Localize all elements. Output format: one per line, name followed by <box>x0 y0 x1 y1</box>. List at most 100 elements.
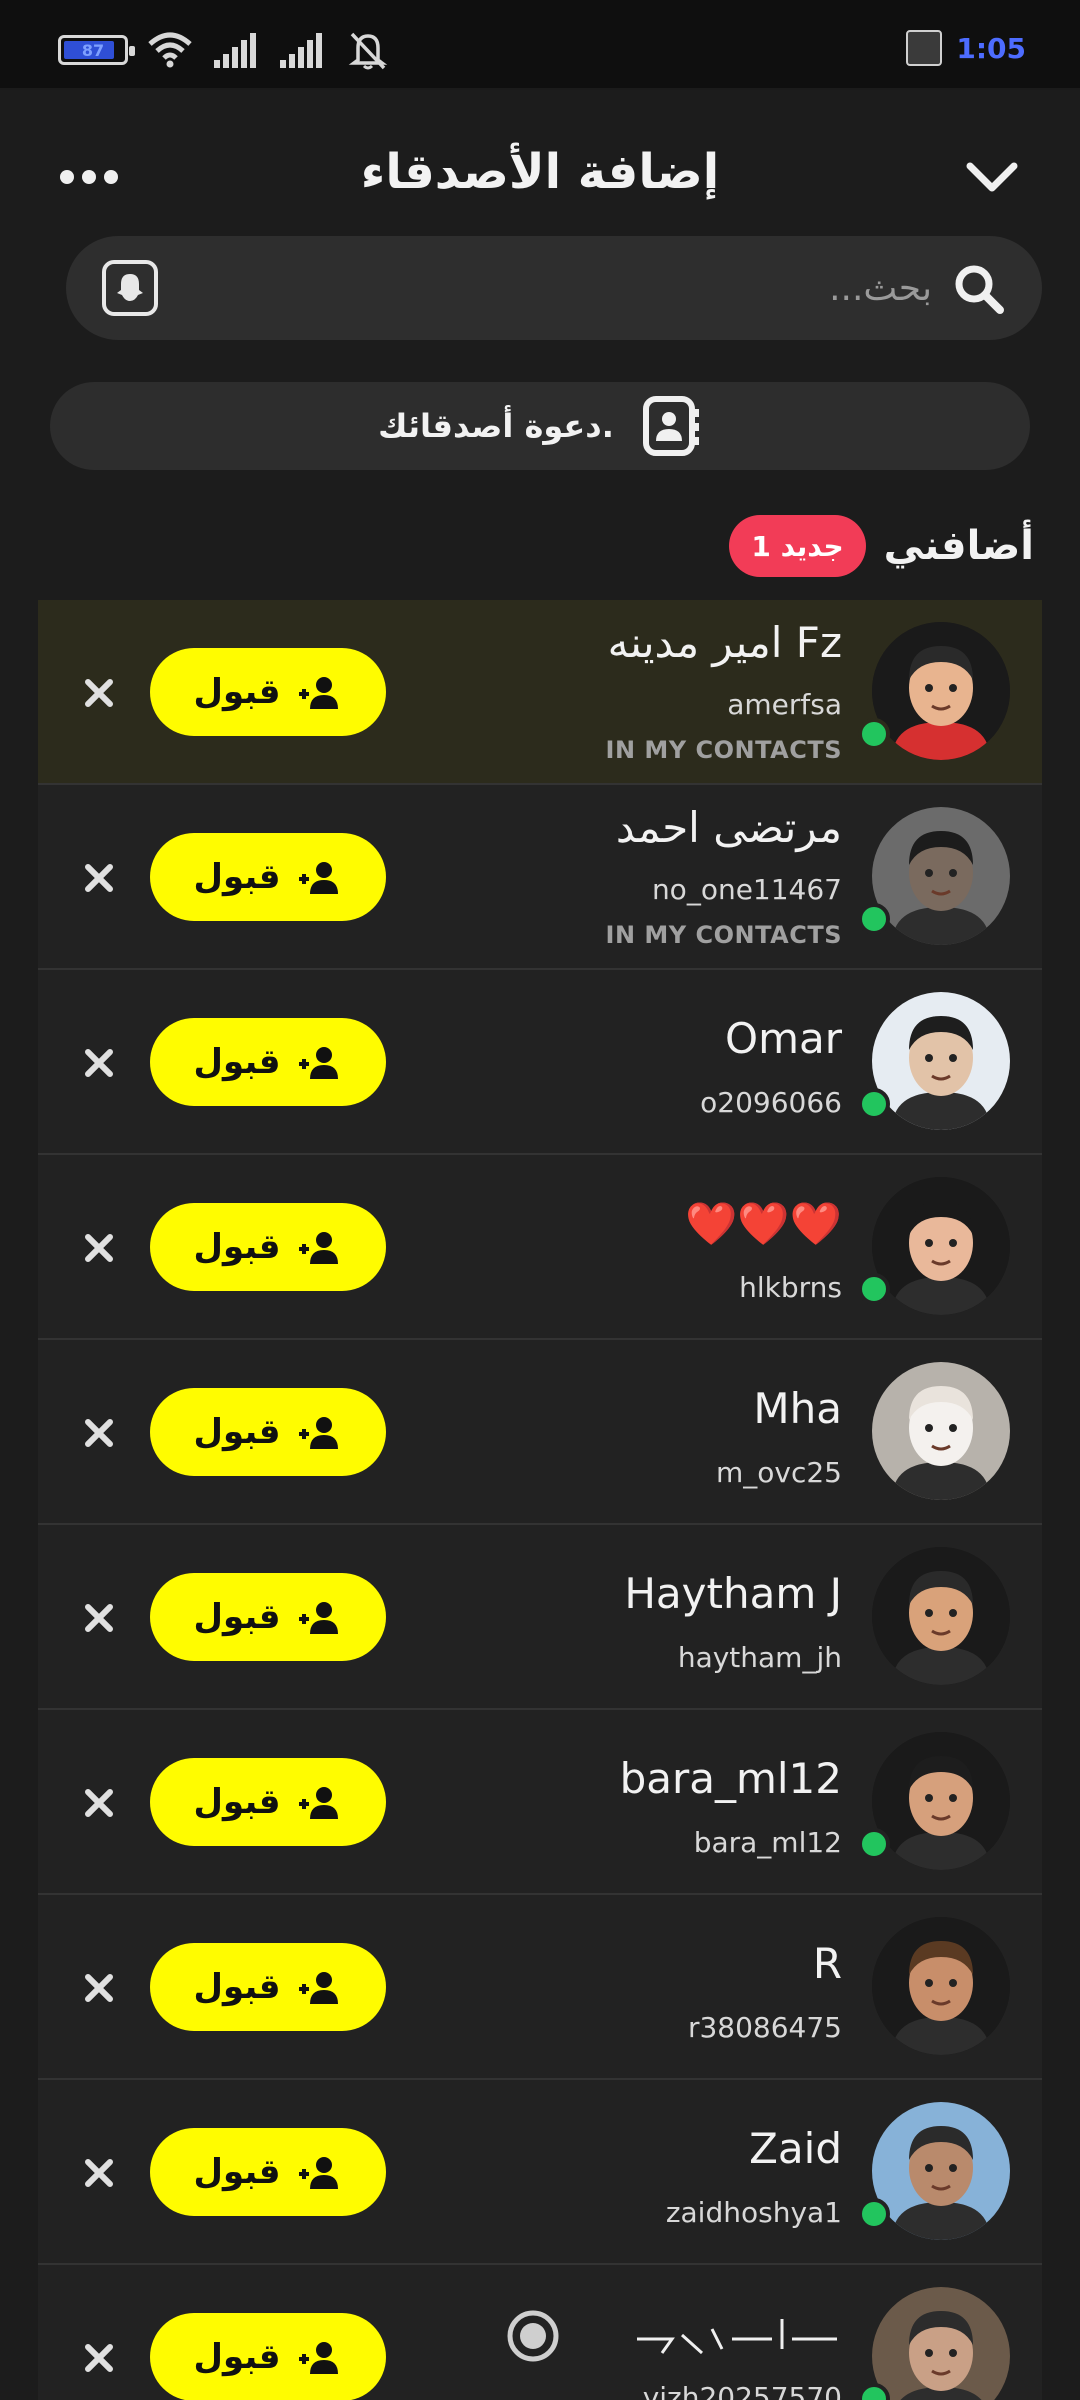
signal-icon <box>280 33 322 68</box>
friend-request-row[interactable]: R r38086475 قبول <box>38 1895 1042 2080</box>
close-icon[interactable] <box>82 861 116 895</box>
avatar[interactable] <box>872 807 1010 945</box>
username: o2096066 <box>700 1086 842 1119</box>
ghost-icon[interactable] <box>102 260 158 316</box>
add-friend-icon <box>299 1972 339 2004</box>
add-friends-sheet: إضافة الأصدقاء دعوة أصدقائك. 1 جديد <box>0 90 1080 2400</box>
avatar[interactable] <box>872 1547 1010 1685</box>
online-status-dot <box>858 2198 890 2230</box>
friend-request-row[interactable]: مرتضى احمد no_one11467 IN MY CONTACTS قب… <box>38 785 1042 970</box>
avatar-image <box>872 2287 1010 2400</box>
username: zaidhoshya1 <box>665 2196 842 2229</box>
close-icon[interactable] <box>82 1416 116 1450</box>
close-icon[interactable] <box>82 1231 116 1265</box>
battery-level: 87 <box>81 40 105 60</box>
search-input[interactable] <box>252 256 932 320</box>
invite-friends-button[interactable]: دعوة أصدقائك. <box>50 382 1030 470</box>
online-status-dot <box>858 1273 890 1305</box>
accept-button[interactable]: قبول <box>150 1203 386 1291</box>
battery-icon: 87 <box>58 35 135 65</box>
close-icon[interactable] <box>82 2156 116 2190</box>
avatar[interactable] <box>872 622 1010 760</box>
accept-label: قبول <box>193 1042 281 1082</box>
username: hlkbrns <box>739 1271 842 1304</box>
username: haytham_jh <box>677 1641 842 1674</box>
display-name: bara_ml12 <box>619 1754 842 1803</box>
close-icon[interactable] <box>82 1046 116 1080</box>
section-title: أضافني <box>883 523 1034 569</box>
add-friend-icon <box>299 1417 339 1449</box>
avatar-image <box>872 2102 1010 2240</box>
invite-label: دعوة أصدقائك. <box>378 407 614 445</box>
accept-button[interactable]: قبول <box>150 2128 386 2216</box>
friend-request-row[interactable]: امير مدينه Fz amerfsa IN MY CONTACTS قبو… <box>38 600 1042 785</box>
username: m_ovc25 <box>716 1456 842 1489</box>
contact-note: IN MY CONTACTS <box>605 736 842 764</box>
record-button-icon[interactable] <box>505 2308 561 2364</box>
online-status-dot <box>858 903 890 935</box>
avatar[interactable] <box>872 2102 1010 2240</box>
close-icon[interactable] <box>82 676 116 710</box>
online-status-dot <box>858 718 890 750</box>
status-bar: 87 1:05 <box>0 0 1080 88</box>
accept-label: قبول <box>193 672 281 712</box>
username: bara_ml12 <box>693 1826 842 1859</box>
close-icon[interactable] <box>82 1601 116 1635</box>
accept-button[interactable]: قبول <box>150 1573 386 1661</box>
friend-request-row[interactable]: Haytham J haytham_jh قبول <box>38 1525 1042 1710</box>
friend-request-list: امير مدينه Fz amerfsa IN MY CONTACTS قبو… <box>38 600 1042 2400</box>
accept-label: قبول <box>193 1782 281 1822</box>
friend-request-row[interactable]: Zaid zaidhoshya1 قبول <box>38 2080 1042 2265</box>
signal-icon <box>214 33 256 68</box>
status-icons-right: 1:05 <box>906 30 1026 66</box>
accept-button[interactable]: قبول <box>150 1018 386 1106</box>
clock: 1:05 <box>956 31 1026 65</box>
close-icon[interactable] <box>82 1786 116 1820</box>
display-name: Mha <box>753 1384 842 1433</box>
close-icon[interactable] <box>82 2341 116 2375</box>
friend-request-row[interactable]: Omar o2096066 قبول <box>38 970 1042 1155</box>
accept-label: قبول <box>193 1412 281 1452</box>
accept-button[interactable]: قبول <box>150 2313 386 2400</box>
accept-button[interactable]: قبول <box>150 1388 386 1476</box>
avatar-image <box>872 807 1010 945</box>
accept-button[interactable]: قبول <box>150 1758 386 1846</box>
accept-button[interactable]: قبول <box>150 1943 386 2031</box>
avatar[interactable] <box>872 1917 1010 2055</box>
avatar[interactable] <box>872 1732 1010 1870</box>
search-bar[interactable] <box>66 236 1042 340</box>
avatar-image <box>872 1732 1010 1870</box>
accept-button[interactable]: قبول <box>150 833 386 921</box>
avatar[interactable] <box>872 2287 1010 2400</box>
accept-button[interactable]: قبول <box>150 648 386 736</box>
add-friend-icon <box>299 862 339 894</box>
friend-request-row[interactable]: bara_ml12 bara_ml12 قبول <box>38 1710 1042 1895</box>
add-friend-icon <box>299 1047 339 1079</box>
notification-thumbnail <box>906 30 943 66</box>
avatar-image <box>872 1917 1010 2055</box>
display-name: ❤️❤️❤️ <box>685 1199 842 1248</box>
avatar[interactable] <box>872 992 1010 1130</box>
friend-request-row[interactable]: Mha m_ovc25 قبول <box>38 1340 1042 1525</box>
friend-request-row[interactable]: ❤️❤️❤️ hlkbrns قبول <box>38 1155 1042 1340</box>
username: r38086475 <box>687 2011 842 2044</box>
contacts-book-icon <box>642 396 699 456</box>
avatar[interactable] <box>872 1177 1010 1315</box>
avatar[interactable] <box>872 1362 1010 1500</box>
contact-note: IN MY CONTACTS <box>605 921 842 949</box>
accept-label: قبول <box>193 2337 281 2377</box>
header: إضافة الأصدقاء <box>0 90 1080 230</box>
page-title: إضافة الأصدقاء <box>360 144 720 200</box>
accept-label: قبول <box>193 1967 281 2007</box>
display-name: Zaid <box>749 2124 842 2173</box>
search-icon <box>955 265 1004 314</box>
avatar-image <box>872 1547 1010 1685</box>
close-icon[interactable] <box>82 1971 116 2005</box>
display-name: امير مدينه Fz <box>607 618 842 667</box>
chevron-down-icon[interactable] <box>964 152 1020 200</box>
ghost-glyph <box>117 274 143 301</box>
new-count-badge: 1 جديد <box>729 515 866 577</box>
handwritten-name <box>637 2319 837 2355</box>
add-friend-icon <box>299 2157 339 2189</box>
add-friend-icon <box>299 1787 339 1819</box>
